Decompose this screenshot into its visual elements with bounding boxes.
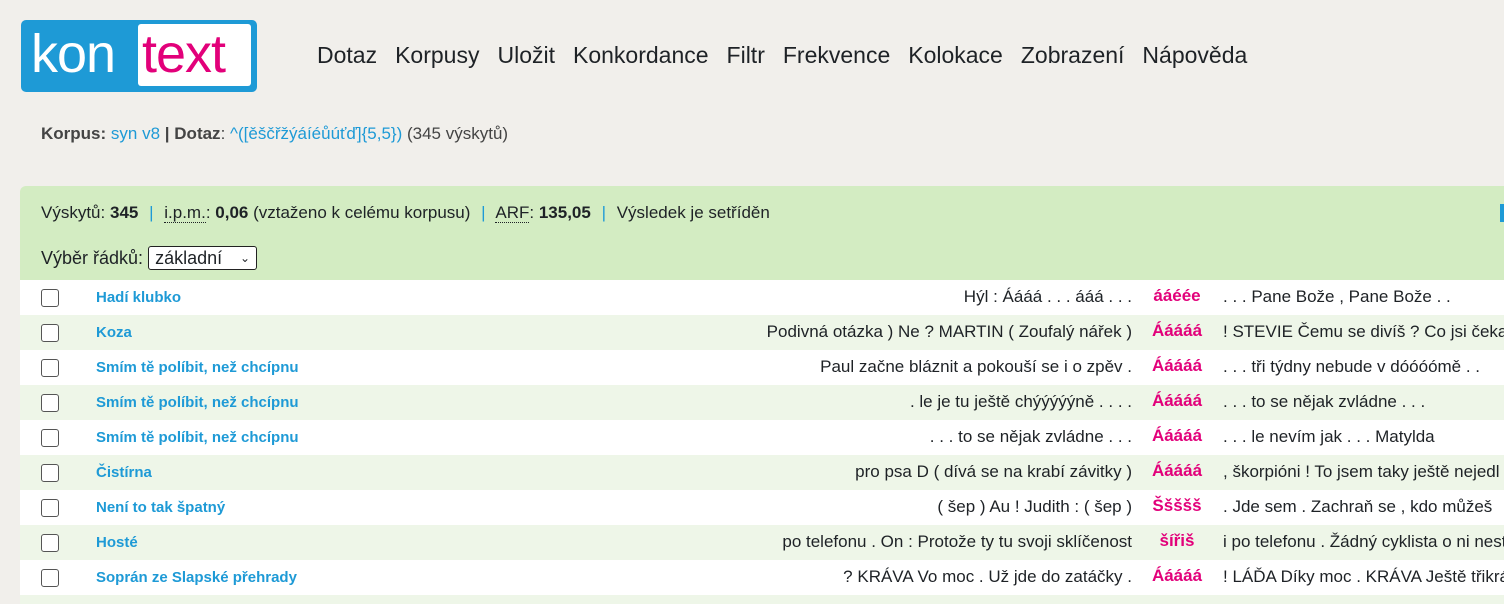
main-menu: Dotaz Korpusy Uložit Konkordance Filtr F… (317, 42, 1247, 69)
sorted-text: Výsledek je setříděn (616, 203, 770, 222)
menu-item-filtr[interactable]: Filtr (727, 42, 765, 69)
left-context: ( šep ) Au ! Judith : ( šep ) (937, 497, 1132, 516)
row-selection: Výběr řádků: základní ⌄ (41, 246, 258, 270)
menu-item-zobrazeni[interactable]: Zobrazení (1021, 42, 1125, 69)
hit-count-text: (345 výskytů) (406, 124, 509, 143)
doc-link[interactable]: Koza (96, 324, 132, 341)
kwic-keyword[interactable]: Ááááá (1132, 566, 1222, 586)
menu-item-kolokace[interactable]: Kolokace (908, 42, 1003, 69)
corpus-link[interactable]: syn v8 (111, 124, 160, 143)
kwic-keyword[interactable]: šířiš (1132, 531, 1222, 551)
row-checkbox[interactable] (41, 464, 59, 482)
right-context: . . . le nevím jak . . . Matylda (1223, 427, 1435, 446)
table-row: Koza Podivná otázka ) Ne ? MARTIN ( Zouf… (20, 315, 1504, 350)
table-row: Smím tě políbit, než chcípnu Paul začne … (20, 350, 1504, 385)
row-checkbox[interactable] (41, 394, 59, 412)
table-row: Smím tě políbit, než chcípnu . le je tu … (20, 385, 1504, 420)
doc-link[interactable]: Čistírna (96, 464, 152, 481)
left-context: Hýl : Áááá . . . ááá . . . (963, 287, 1132, 306)
kwic-keyword[interactable]: Ááááá (1132, 356, 1222, 376)
table-row: Soprán ze Slapské přehrady ? KRÁVA Vo mo… (20, 560, 1504, 595)
row-select-label: Výběr řádků: (41, 247, 144, 268)
ipm-label[interactable]: i.p.m. (164, 203, 206, 223)
logo-kon-text: kon (31, 24, 116, 84)
right-context: i po telefonu . Žádný cyklista o ni nest… (1223, 532, 1504, 551)
left-context: . le je tu ještě chýýýýýně . . . . (909, 392, 1132, 411)
right-context: ! STEVIE Čemu se divíš ? Co jsi čekal (1223, 322, 1504, 341)
stats-separator: | (481, 203, 486, 222)
stats-separator: | (149, 203, 154, 222)
row-select-dropdown[interactable]: základní ⌄ (148, 246, 258, 270)
doc-link[interactable]: Hadí klubko (96, 289, 181, 306)
hits-value: 345 (109, 203, 139, 222)
table-row: Hosté po telefonu . On : Protože ty tu s… (20, 525, 1504, 560)
menu-item-dotaz[interactable]: Dotaz (317, 42, 377, 69)
concordance-panel: Výskytů: 345 | i.p.m.: 0,06 (vztaženo k … (20, 186, 1504, 604)
kwic-keyword[interactable]: Ááááá (1132, 391, 1222, 411)
doc-link[interactable]: Smím tě políbit, než chcípnu (96, 394, 299, 411)
kwic-keyword[interactable]: Ááááá (1132, 426, 1222, 446)
left-context: Paul začne bláznit a pokouší se i o zpěv… (820, 357, 1132, 376)
left-context: ? KRÁVA Vo moc . Už jde do zatáčky . (843, 567, 1132, 586)
left-context: Podivná otázka ) Ne ? MARTIN ( Zoufalý n… (766, 322, 1132, 341)
arf-label[interactable]: ARF (495, 203, 530, 223)
left-context: . . . to se nějak zvládne . . . (929, 427, 1132, 446)
row-checkbox[interactable] (41, 534, 59, 552)
query-link[interactable]: ^([ěščřžýáíéůúťď]{5,5}) (230, 124, 402, 143)
menu-item-ulozit[interactable]: Uložit (497, 42, 555, 69)
right-context: . . . Pane Bože , Pane Bože . . (1223, 287, 1451, 306)
kwic-keyword[interactable]: ááéée (1132, 286, 1222, 306)
left-context: pro psa D ( dívá se na krabí závitky ) (855, 462, 1132, 481)
table-row: Hadí klubko Hýl : Áááá . . . ááá . . . á… (20, 280, 1504, 315)
table-row: Čistírna pro psa D ( dívá se na krabí zá… (20, 455, 1504, 490)
table-row: Není to tak špatný ( šep ) Au ! Judith :… (20, 490, 1504, 525)
query-info: Korpus: syn v8 | Dotaz: ^([ěščřžýáíéůúťď… (41, 124, 508, 144)
ipm-note: (vztaženo k celému korpusu) (253, 203, 471, 222)
menu-item-frekvence[interactable]: Frekvence (783, 42, 890, 69)
menu-item-konkordance[interactable]: Konkordance (573, 42, 709, 69)
doc-link[interactable]: Soprán ze Slapské přehrady (96, 569, 297, 586)
right-context: ! LÁĎA Díky moc . KRÁVA Ještě třikrát (1223, 567, 1504, 586)
kwic-keyword[interactable]: Ááááá (1132, 461, 1222, 481)
logo-text-box: text (138, 24, 251, 86)
right-context: . . . to se nějak zvládne . . . (1223, 392, 1426, 411)
logo-text-text: text (142, 24, 226, 84)
concordance-rows: Hadí klubko Hýl : Áááá . . . ááá . . . á… (20, 280, 1504, 604)
row-checkbox[interactable] (41, 289, 59, 307)
right-context: . . . tři týdny nebude v dóóóómě . . (1223, 357, 1481, 376)
kontext-logo[interactable]: kon text (21, 20, 257, 92)
query-label: Dotaz (174, 124, 221, 143)
table-row: Smím tě políbit, než chcípnu . . . to se… (20, 420, 1504, 455)
corpus-label: Korpus: (41, 124, 107, 143)
panel-edge-marker (1500, 204, 1504, 222)
row-checkbox[interactable] (41, 499, 59, 517)
row-checkbox[interactable] (41, 569, 59, 587)
doc-link[interactable]: Není to tak špatný (96, 499, 225, 516)
kwic-keyword[interactable]: Ššššš (1132, 496, 1222, 516)
chevron-down-icon: ⌄ (240, 251, 251, 265)
row-checkbox[interactable] (41, 429, 59, 447)
result-stats: Výskytů: 345 | i.p.m.: 0,06 (vztaženo k … (41, 203, 770, 223)
stats-separator: | (601, 203, 606, 222)
row-checkbox[interactable] (41, 324, 59, 342)
hits-label: Výskytů: (41, 203, 106, 222)
table-row (20, 595, 1504, 604)
right-context: . Jde sem . Zachraň se , kdo můžeš (1223, 497, 1493, 516)
doc-link[interactable]: Smím tě políbit, než chcípnu (96, 359, 299, 376)
info-separator: | (164, 124, 170, 143)
row-checkbox[interactable] (41, 359, 59, 377)
row-select-value: základní (155, 247, 223, 268)
menu-item-korpusy[interactable]: Korpusy (395, 42, 479, 69)
left-context: po telefonu . On : Protože ty tu svoji s… (782, 532, 1132, 551)
kwic-keyword[interactable]: Ááááá (1132, 321, 1222, 341)
right-context: , škorpióni ! To jsem taky ještě nejedl (1223, 462, 1500, 481)
doc-link[interactable]: Smím tě políbit, než chcípnu (96, 429, 299, 446)
menu-item-napoveda[interactable]: Nápověda (1142, 42, 1247, 69)
doc-link[interactable]: Hosté (96, 534, 138, 551)
ipm-value: 0,06 (215, 203, 249, 222)
arf-value: 135,05 (538, 203, 591, 222)
query-colon: : (220, 124, 226, 143)
